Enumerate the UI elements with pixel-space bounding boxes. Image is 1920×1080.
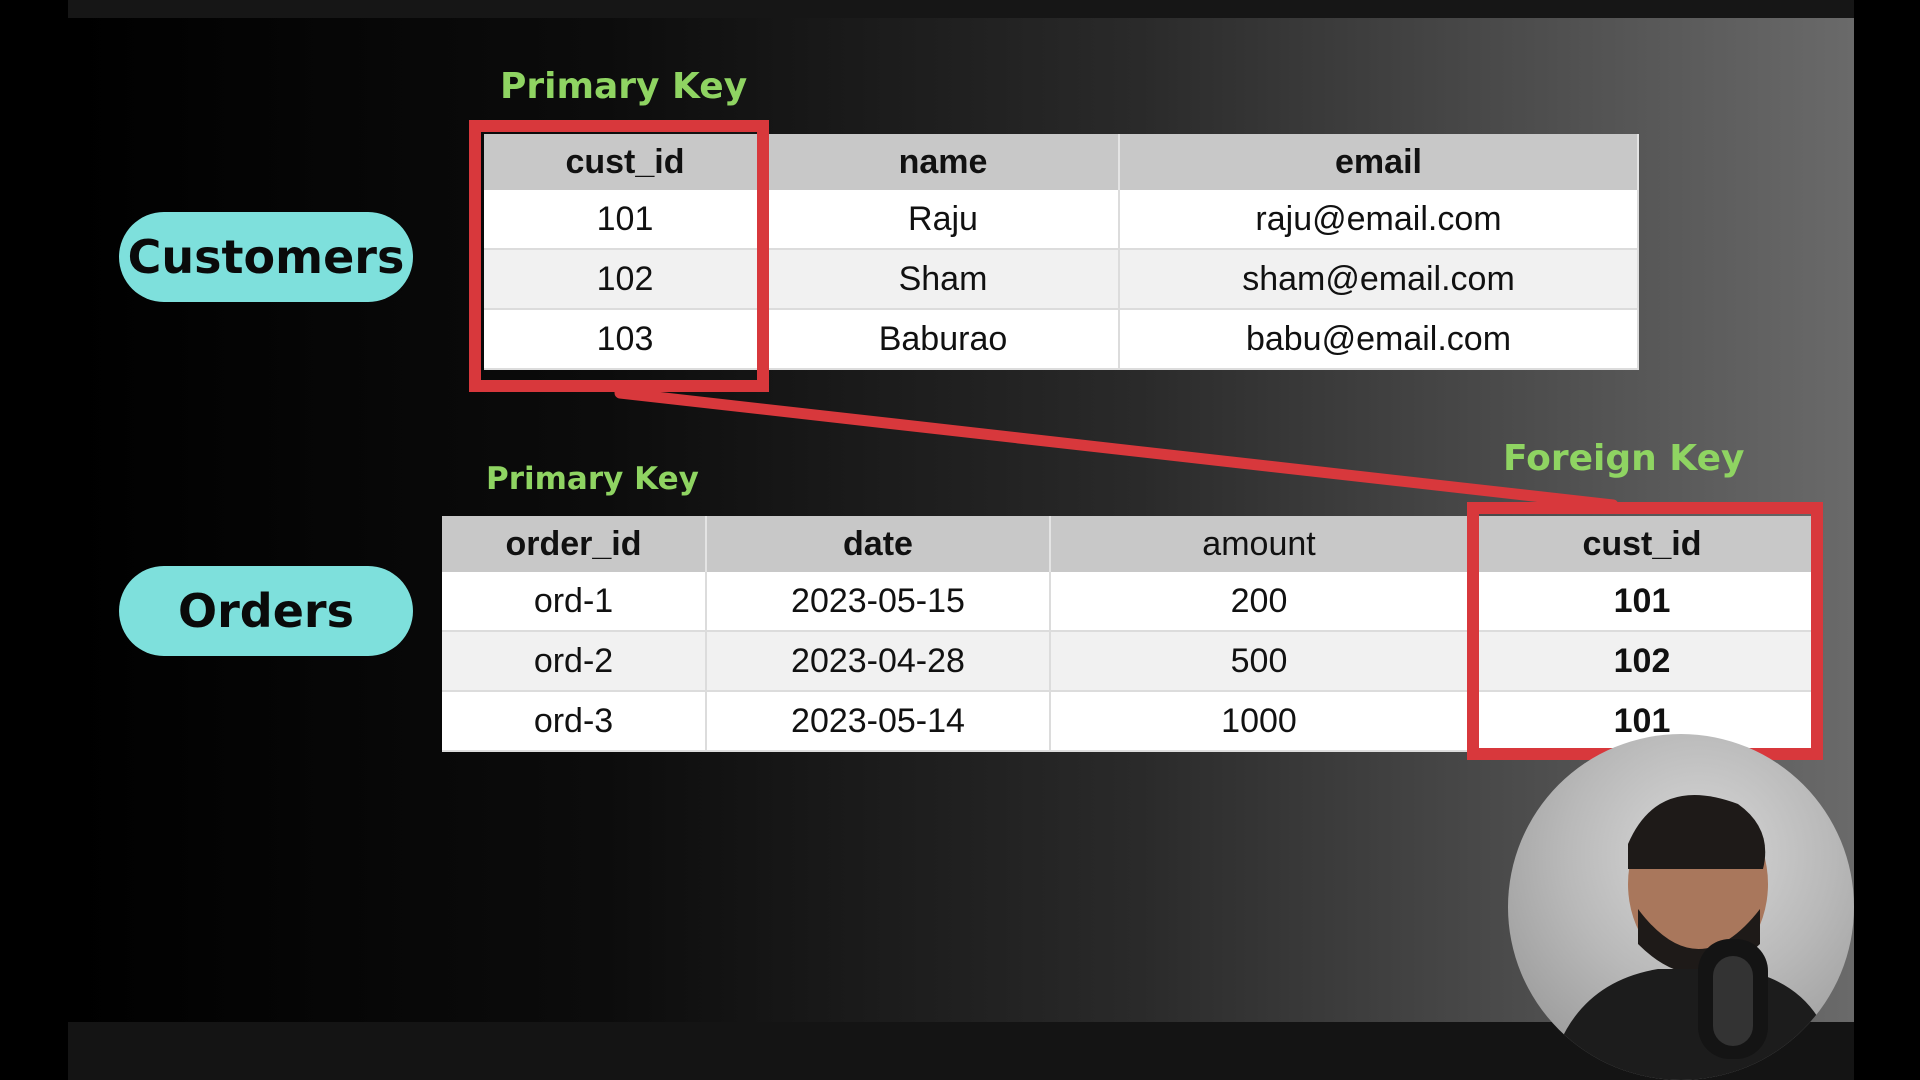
table-cell: sham@email.com — [1119, 249, 1639, 310]
table-cell: 500 — [1050, 631, 1469, 692]
presenter-icon — [1548, 795, 1838, 1080]
table-cell: 2023-05-14 — [706, 691, 1051, 752]
table-cell: Baburao — [767, 309, 1120, 370]
orders-pill-label: Orders — [178, 584, 354, 638]
slide: Customers Primary Key cust_id name email… — [68, 0, 1854, 1080]
column-header: date — [706, 516, 1051, 572]
table-cell: 1000 — [1050, 691, 1469, 752]
column-header: amount — [1050, 516, 1469, 572]
column-header: name — [767, 134, 1120, 190]
connector-line — [614, 387, 1619, 511]
customers-pill: Customers — [119, 212, 413, 302]
table-cell: ord-3 — [442, 691, 707, 752]
table-cell: 2023-04-28 — [706, 631, 1051, 692]
foreign-key-label: Foreign Key — [1503, 438, 1745, 479]
foreign-key-highlight-box — [1467, 502, 1823, 760]
table-cell: Raju — [767, 190, 1120, 250]
column-header: email — [1119, 134, 1639, 190]
table-cell: Sham — [767, 249, 1120, 310]
table-cell: raju@email.com — [1119, 190, 1639, 250]
customers-pill-label: Customers — [127, 230, 405, 284]
orders-primary-key-label: Primary Key — [486, 461, 699, 497]
table-cell: babu@email.com — [1119, 309, 1639, 370]
presenter-webcam — [1508, 734, 1854, 1080]
table-cell: ord-1 — [442, 572, 707, 632]
table-cell: 2023-05-15 — [706, 572, 1051, 632]
column-header: order_id — [442, 516, 707, 572]
orders-pill: Orders — [119, 566, 413, 656]
primary-key-highlight-box — [469, 120, 769, 392]
table-cell: 200 — [1050, 572, 1469, 632]
top-bar — [68, 0, 1854, 18]
table-cell: ord-2 — [442, 631, 707, 692]
customers-primary-key-label: Primary Key — [500, 66, 748, 107]
